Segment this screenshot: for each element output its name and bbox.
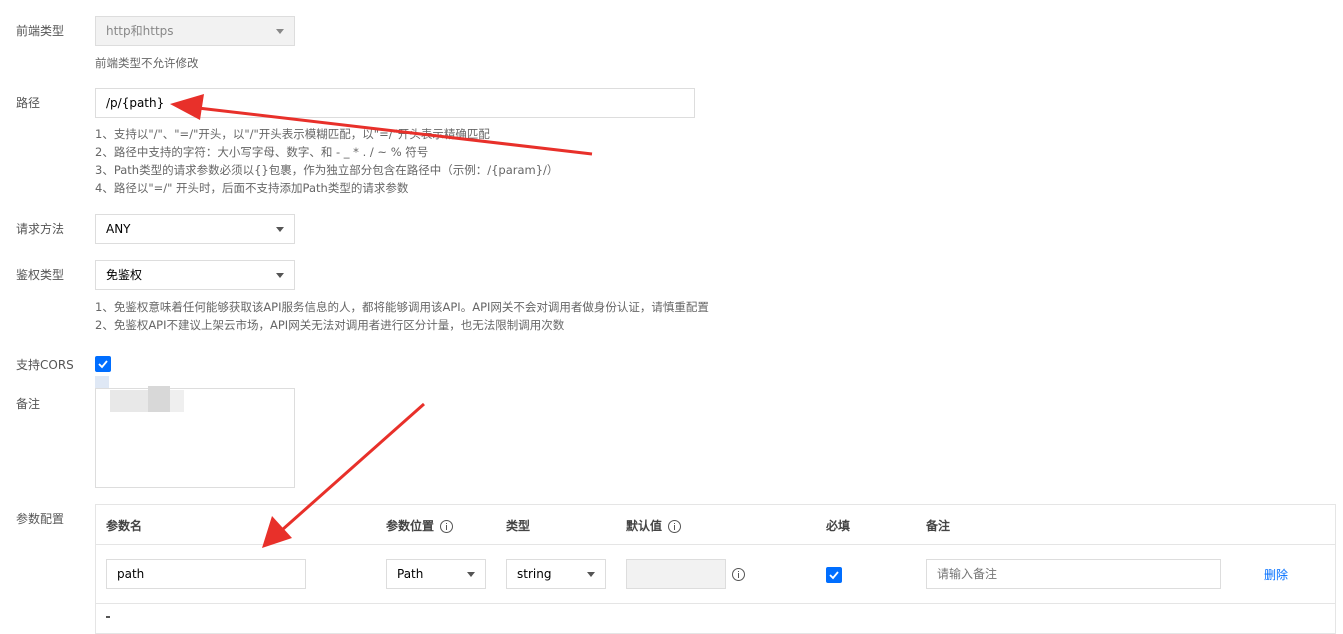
annotation-overlay [170, 94, 593, 548]
red-arrow-to-path-input [170, 94, 593, 156]
red-arrow-to-param-name [262, 402, 425, 548]
